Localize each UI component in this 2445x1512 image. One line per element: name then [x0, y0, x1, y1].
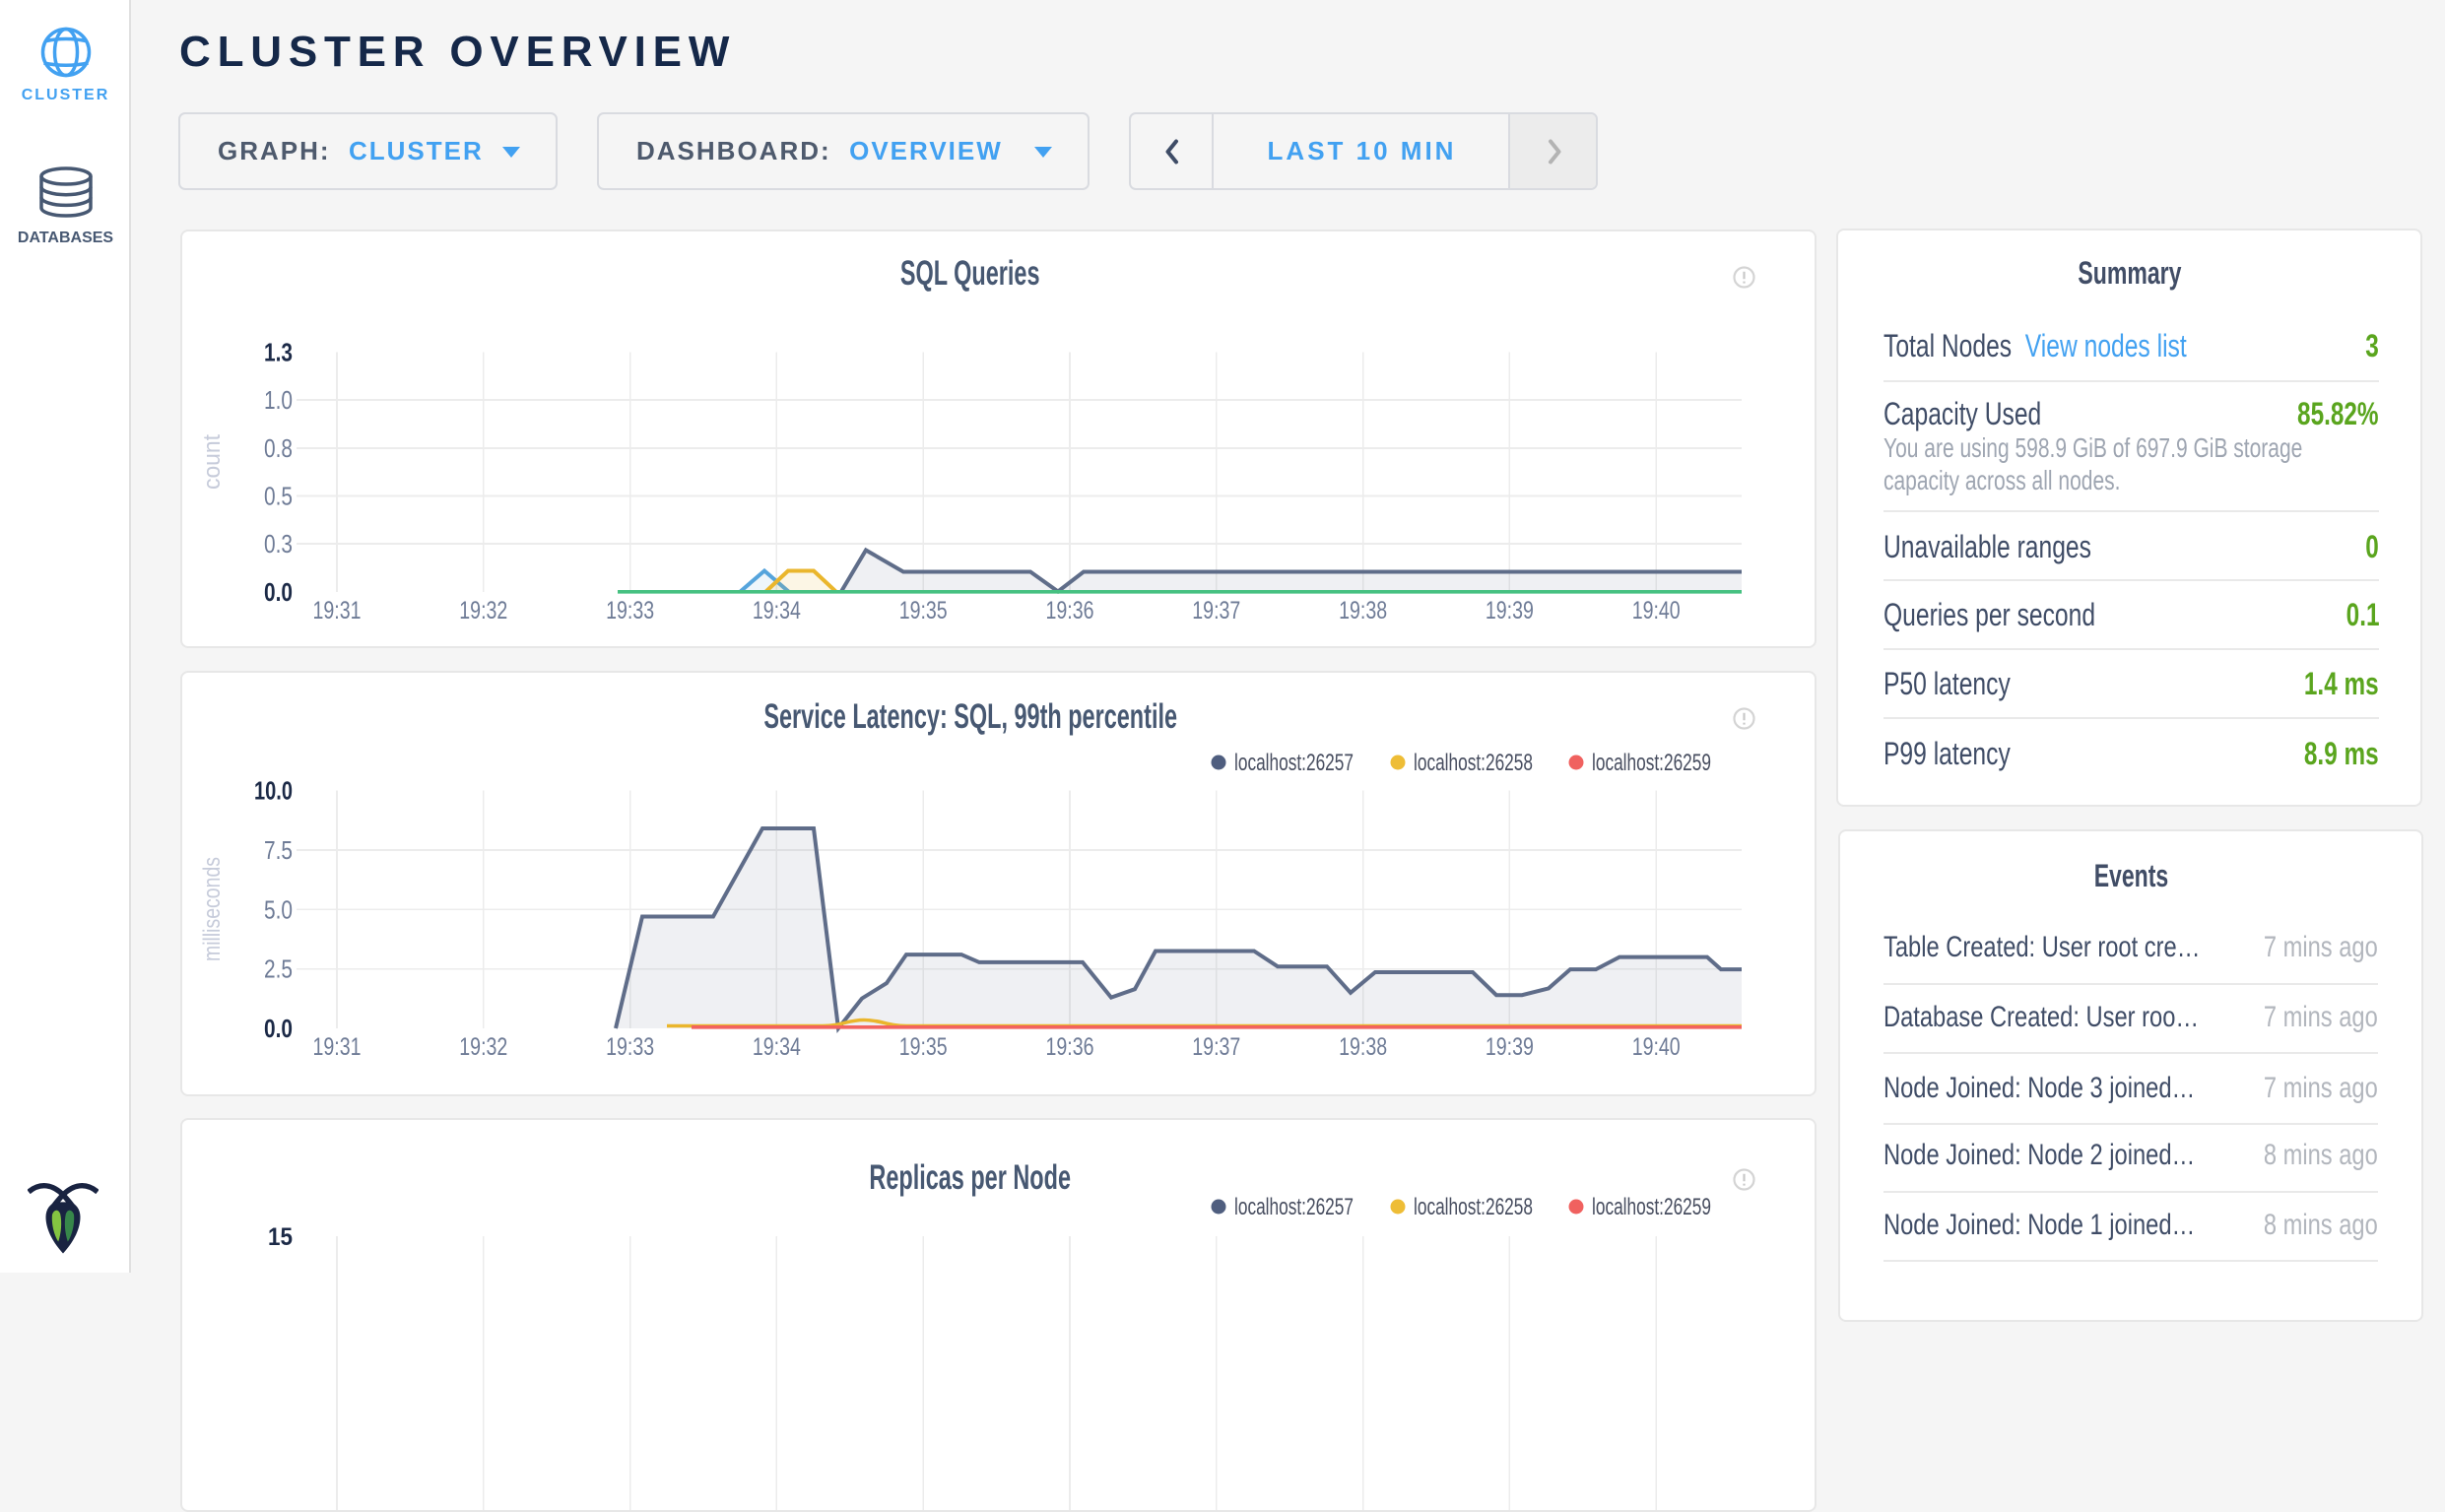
svg-text:2.5: 2.5	[264, 954, 293, 984]
svg-text:localhost:26258: localhost:26258	[1414, 750, 1533, 776]
svg-text:19:37: 19:37	[1192, 1033, 1240, 1061]
svg-text:localhost:26257: localhost:26257	[1234, 1194, 1354, 1220]
svg-text:19:31: 19:31	[313, 597, 362, 625]
svg-text:localhost:26259: localhost:26259	[1592, 750, 1711, 776]
svg-text:0.0: 0.0	[264, 577, 293, 607]
svg-text:19:37: 19:37	[1192, 597, 1240, 625]
svg-text:1.3: 1.3	[264, 338, 293, 367]
svg-text:count: count	[199, 434, 226, 490]
svg-text:19:36: 19:36	[1046, 597, 1094, 625]
svg-text:19:32: 19:32	[459, 597, 507, 625]
svg-text:19:38: 19:38	[1339, 597, 1387, 625]
svg-text:19:39: 19:39	[1486, 1033, 1534, 1061]
svg-text:19:40: 19:40	[1632, 1033, 1681, 1061]
svg-text:19:38: 19:38	[1339, 1033, 1387, 1061]
svg-text:0.0: 0.0	[264, 1014, 293, 1043]
svg-text:localhost:26259: localhost:26259	[1592, 1194, 1711, 1220]
svg-text:19:34: 19:34	[753, 1033, 801, 1061]
svg-text:19:35: 19:35	[899, 1033, 948, 1061]
svg-text:19:34: 19:34	[753, 597, 801, 625]
svg-text:0.5: 0.5	[264, 482, 293, 511]
svg-text:localhost:26257: localhost:26257	[1234, 750, 1354, 776]
svg-text:19:35: 19:35	[899, 597, 948, 625]
svg-text:19:31: 19:31	[313, 1033, 362, 1061]
svg-text:1.0: 1.0	[264, 385, 293, 415]
svg-text:19:33: 19:33	[606, 1033, 654, 1061]
svg-text:0.3: 0.3	[264, 529, 293, 559]
svg-text:0.8: 0.8	[264, 433, 293, 463]
svg-text:19:33: 19:33	[606, 597, 654, 625]
svg-text:19:40: 19:40	[1632, 597, 1681, 625]
svg-text:milliseconds: milliseconds	[199, 857, 226, 961]
svg-text:localhost:26258: localhost:26258	[1414, 1194, 1533, 1220]
svg-text:10.0: 10.0	[254, 776, 293, 806]
svg-text:7.5: 7.5	[264, 835, 293, 865]
svg-text:19:39: 19:39	[1486, 597, 1534, 625]
svg-text:15: 15	[268, 1223, 293, 1251]
svg-text:5.0: 5.0	[264, 894, 293, 924]
svg-text:19:36: 19:36	[1046, 1033, 1094, 1061]
svg-text:19:32: 19:32	[459, 1033, 507, 1061]
